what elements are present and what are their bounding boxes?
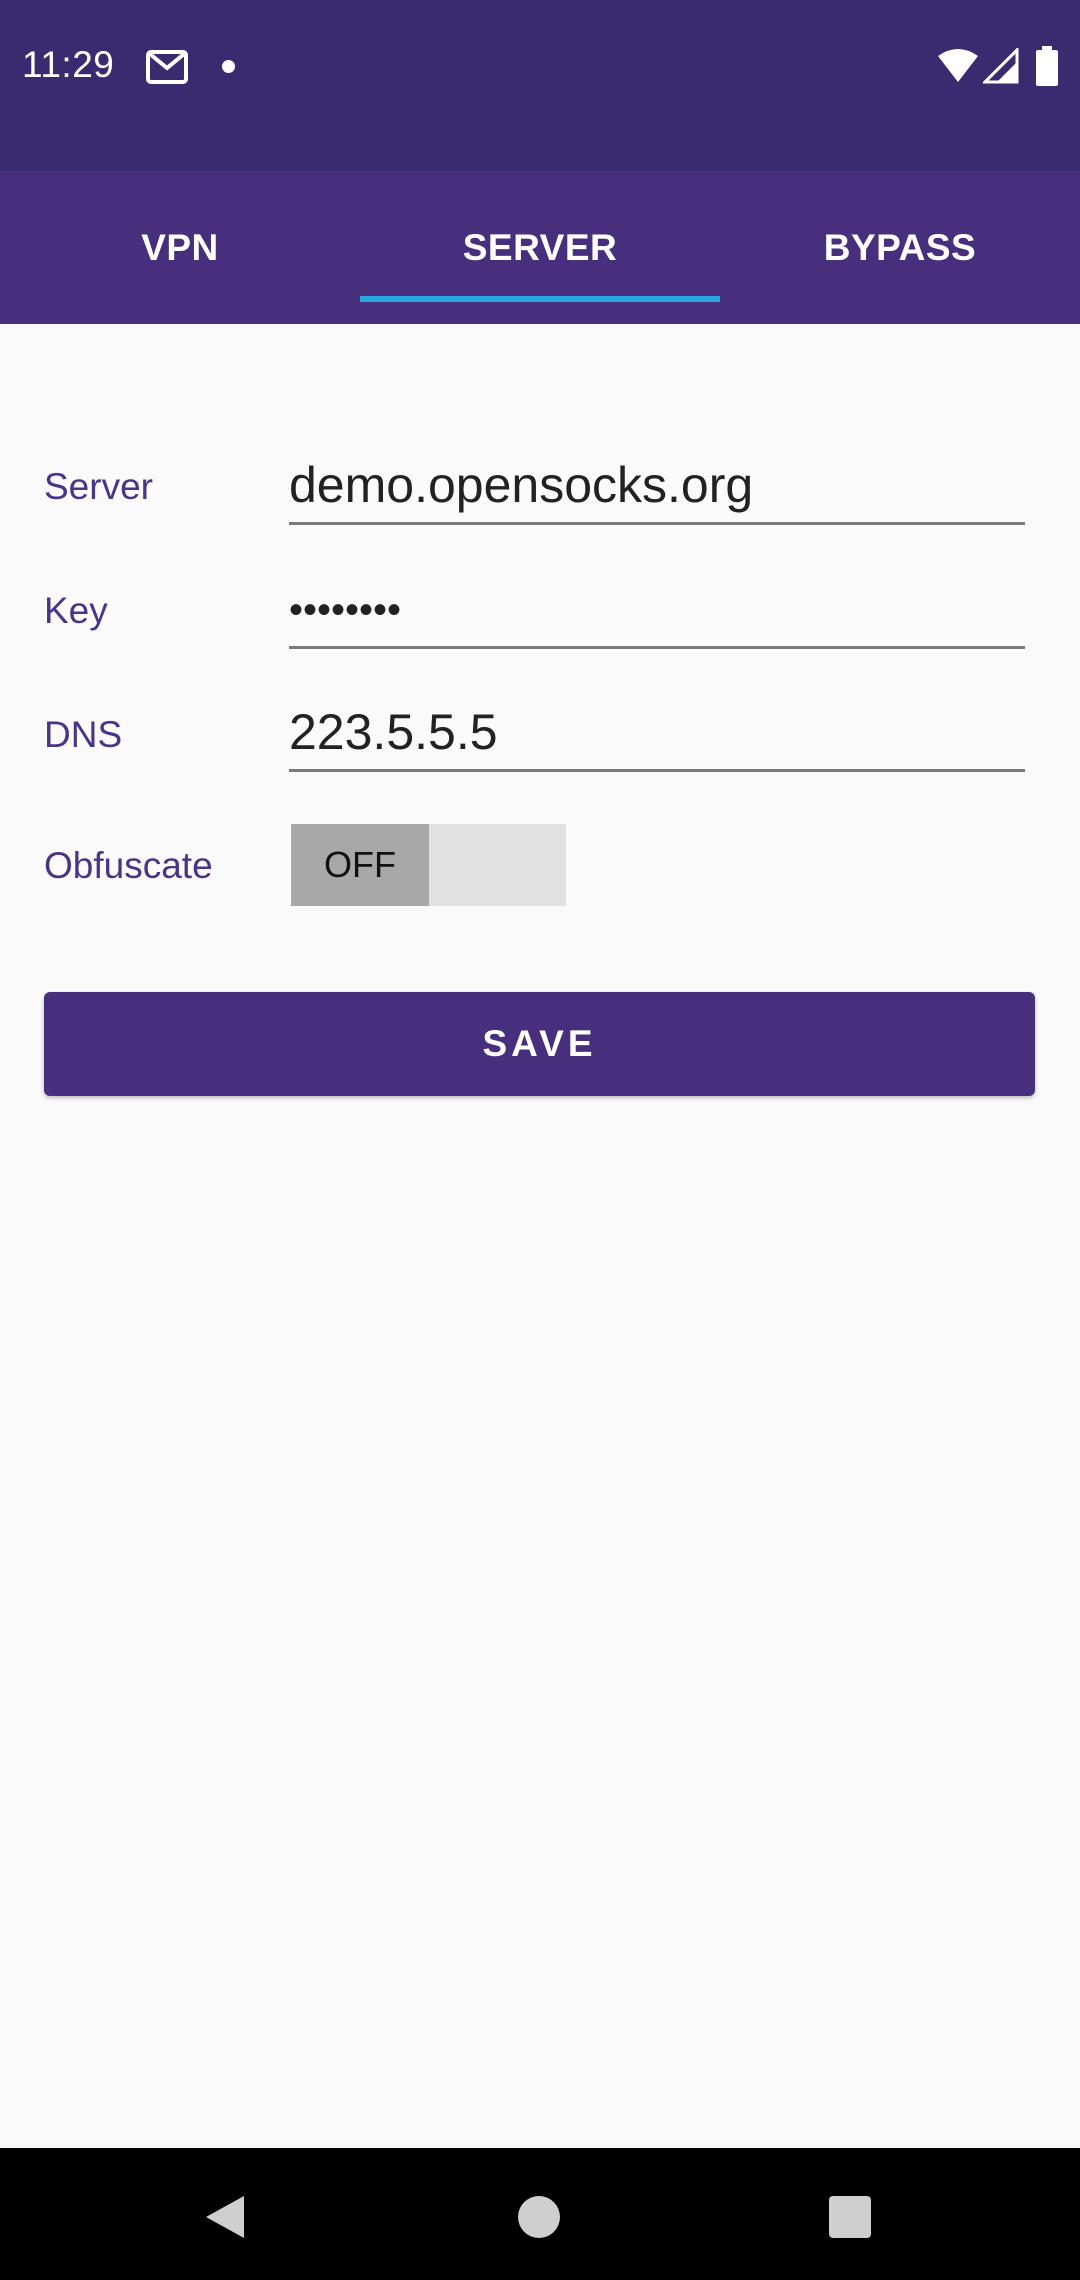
tab-vpn[interactable]: VPN [0, 171, 360, 324]
tab-bypass[interactable]: BYPASS [720, 171, 1080, 324]
navigation-bar [0, 2148, 1080, 2280]
back-icon[interactable] [204, 2194, 246, 2240]
home-icon[interactable] [518, 2196, 560, 2238]
gmail-icon [146, 50, 188, 84]
tab-indicator [360, 296, 720, 302]
wifi-icon [938, 49, 978, 82]
server-input[interactable]: demo.opensocks.org [289, 456, 1025, 525]
obfuscate-toggle[interactable]: OFF [291, 824, 566, 906]
save-button[interactable]: SAVE [44, 992, 1035, 1096]
battery-icon [1036, 46, 1058, 86]
signal-icon [983, 48, 1019, 84]
dns-label: DNS [44, 714, 123, 755]
status-bar: 11:29 [0, 0, 1080, 171]
toggle-state-label: OFF [291, 824, 429, 906]
recent-apps-icon[interactable] [829, 2196, 871, 2238]
key-input[interactable]: •••••••• [289, 582, 1025, 649]
tab-bar: VPN SERVER BYPASS [0, 171, 1080, 324]
key-label: Key [44, 590, 108, 631]
dns-input[interactable]: 223.5.5.5 [289, 703, 1025, 772]
notification-dot-icon [222, 60, 235, 73]
obfuscate-label: Obfuscate [44, 845, 213, 886]
server-label: Server [44, 466, 153, 507]
status-time: 11:29 [22, 44, 115, 85]
